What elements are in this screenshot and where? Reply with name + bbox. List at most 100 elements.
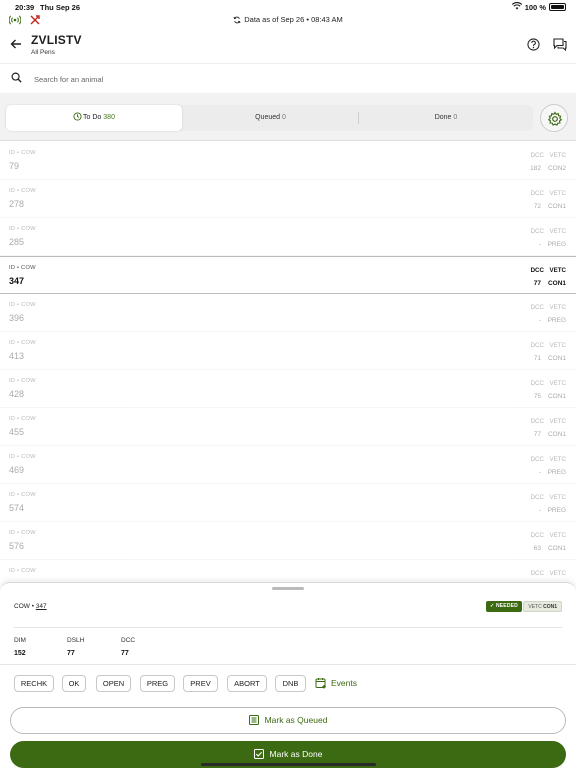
row-dcc-value: 71 [533,355,541,362]
row-vetc-value: CON1 [547,280,566,287]
stat-label: DIM [14,637,26,644]
action-rechk-button[interactable]: RECHK [14,675,54,692]
vetc-badge-value: CON1 [543,604,557,610]
stat-dslh: DSLH 77 [67,637,84,657]
row-vetc-header: VETC [549,456,566,463]
row-id-label: ID • COW [9,568,36,574]
tabs-area: To Do 380 Queued 0 Done 0 [0,93,576,141]
row-dcc-header: DCC [530,152,544,159]
row-vetc-value: PREG [547,241,566,248]
row-dcc-header: DCC [530,532,544,539]
table-row[interactable]: ID • COW 428 DCC VETC 75 CON1 [0,370,576,408]
row-dcc-value: 63 [533,545,541,552]
sheet-cow-id: COW • 347 [14,603,47,610]
status-date: Thu Sep 26 [40,3,81,12]
table-row[interactable]: ID • COW 574 DCC VETC - PREG [0,484,576,522]
row-id-label: ID • COW [9,302,36,308]
action-abort-button[interactable]: ABORT [227,675,267,692]
table-row[interactable]: ID • COW 278 DCC VETC 72 CON1 [0,180,576,218]
stat-label: DSLH [67,637,85,644]
tab-queued[interactable]: Queued 0 [183,105,358,131]
calendar-add-icon [315,677,326,689]
divider [0,664,576,665]
row-vetc-value: CON1 [547,203,566,210]
table-row[interactable]: ID • COW 285 DCC VETC - PREG [0,218,576,256]
row-cow-id: 79 [9,161,20,171]
row-vetc-value: CON1 [547,545,566,552]
stat-label: DCC [121,637,136,644]
row-id-label: ID • COW [9,378,36,384]
action-ok-button[interactable]: OK [62,675,86,692]
row-vetc-value: CON1 [547,393,566,400]
tab-done-count: 0 [453,114,458,121]
row-dcc-value: 77 [533,280,541,287]
action-dnb-button[interactable]: DNB [275,675,306,692]
row-cow-id: 576 [9,541,25,551]
tab-to-do-count: 380 [103,114,115,121]
header: ZVLISTV All Pens [0,28,576,63]
row-id-label: ID • COW [9,530,36,536]
stat-dcc: DCC 77 [121,637,135,657]
row-cow-id: 428 [9,389,25,399]
row-id-label: ID • COW [9,265,36,271]
row-vetc-header: VETC [549,228,566,235]
search-input[interactable] [34,72,534,86]
table-row[interactable]: ID • COW 469 DCC VETC - PREG [0,446,576,484]
row-dcc-header: DCC [530,190,544,197]
help-icon[interactable] [527,38,540,51]
row-vetc-header: VETC [549,342,566,349]
row-dcc-value: 77 [533,431,541,438]
table-row-selected[interactable]: ID • COW 347 DCC VETC 77 CON1 [0,256,576,294]
table-row[interactable]: ID • COW DCC VETC [0,560,576,582]
row-cow-id: 455 [9,427,25,437]
tab-done[interactable]: Done 0 [358,112,533,124]
row-vetc-value: PREG [547,317,566,324]
table-row[interactable]: ID • COW 79 DCC VETC 182 CON2 [0,142,576,180]
page-subtitle: All Pens [31,49,55,56]
row-cow-id: 278 [9,199,25,209]
settings-button[interactable] [540,104,568,132]
row-cow-id: 285 [9,237,25,247]
table-row[interactable]: ID • COW 455 DCC VETC 77 CON1 [0,408,576,446]
row-dcc-header: DCC [530,228,544,235]
wifi-icon [512,2,522,10]
mark-as-done-button[interactable]: Mark as Done [10,741,566,768]
row-dcc-value: - [538,507,541,514]
row-dcc-header: DCC [530,342,544,349]
table-row[interactable]: ID • COW 413 DCC VETC 71 CON1 [0,332,576,370]
status-tabs: To Do 380 Queued 0 Done 0 [5,105,533,131]
table-row[interactable]: ID • COW 396 DCC VETC - PREG [0,294,576,332]
table-row[interactable]: ID • COW 576 DCC VETC 63 CON1 [0,522,576,560]
battery-percent: 100 % [524,3,546,12]
row-cow-id: 413 [9,351,25,361]
row-vetc-value: PREG [547,469,566,476]
row-id-label: ID • COW [9,226,36,232]
checkbox-icon [253,748,264,759]
row-vetc-header: VETC [549,380,566,387]
row-vetc-value: CON1 [547,355,566,362]
search-bar [0,63,576,93]
events-button[interactable]: Events [315,674,357,692]
sheet-grabber[interactable] [272,587,304,590]
row-cow-id: 574 [9,503,25,513]
mark-as-queued-label: Mark as Queued [264,715,328,725]
row-vetc-header: VETC [549,532,566,539]
stat-value: 77 [121,650,129,657]
needed-badge: ✓ NEEDED [485,601,522,612]
action-preg-button[interactable]: PREG [140,675,175,692]
sync-text: Data as of Sep 26 • 08:43 AM [244,15,343,24]
row-vetc-header: VETC [549,494,566,501]
action-prev-button[interactable]: PREV [183,675,218,692]
mark-as-done-label: Mark as Done [269,749,323,759]
row-dcc-header: DCC [530,267,544,274]
back-arrow-icon[interactable] [9,37,23,51]
tab-to-do[interactable]: To Do 380 [6,105,182,131]
mark-as-queued-button[interactable]: Mark as Queued [10,707,566,734]
sheet-cow-link[interactable]: 347 [36,603,47,610]
row-id-label: ID • COW [9,454,36,460]
row-vetc-value: CON2 [547,165,566,172]
chat-icon[interactable] [553,38,567,51]
row-id-label: ID • COW [9,150,36,156]
action-open-button[interactable]: OPEN [96,675,131,692]
row-dcc-header: DCC [530,380,544,387]
